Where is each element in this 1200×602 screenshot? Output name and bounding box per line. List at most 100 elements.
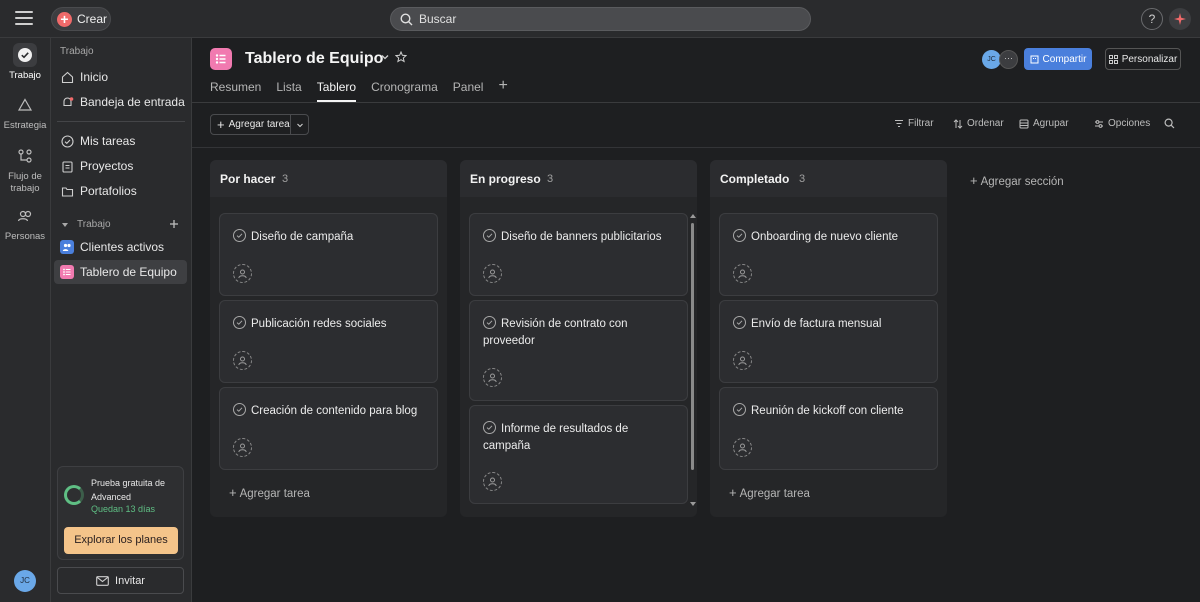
add-task-label: Agregar tarea	[239, 488, 310, 500]
column-header[interactable]: Completado 3	[710, 160, 947, 197]
sidebar: Trabajo Inicio Bandeja de entrada Mis ta…	[51, 38, 192, 602]
options-button[interactable]: Opciones	[1094, 118, 1150, 129]
share-button[interactable]: Compartir	[1024, 48, 1092, 70]
sort-button[interactable]: Ordenar	[953, 118, 1004, 129]
filter-button[interactable]: Filtrar	[894, 118, 934, 129]
trial-progress-ring	[64, 485, 84, 505]
assignee-icon[interactable]	[233, 264, 252, 283]
sidebar-item-proyectos[interactable]: Proyectos	[54, 154, 187, 178]
scrollbar-thumb[interactable]	[691, 223, 694, 470]
sidebar-item-bandeja[interactable]: Bandeja de entrada	[54, 90, 187, 114]
task-card[interactable]: Reunión de kickoff con cliente	[719, 387, 938, 470]
scroll-down-icon[interactable]	[690, 502, 696, 506]
menu-icon[interactable]	[15, 11, 33, 25]
chevron-down-icon[interactable]	[380, 52, 390, 62]
column-count: 3	[799, 173, 806, 185]
task-card[interactable]: Onboarding de nuevo cliente	[719, 213, 938, 296]
building-icon	[1030, 55, 1039, 63]
plus-icon: +	[57, 11, 72, 27]
ai-assistant-button[interactable]	[1169, 8, 1191, 30]
plus-icon: +	[217, 116, 225, 132]
assignee-icon[interactable]	[233, 438, 252, 457]
column-scrollbar[interactable]	[690, 214, 696, 507]
sidebar-item-label: Proyectos	[80, 159, 134, 173]
add-task-link[interactable]: + Agregar tarea	[229, 485, 310, 500]
add-project-icon[interactable]	[169, 219, 179, 229]
assignee-icon[interactable]	[733, 264, 752, 283]
assignee-icon[interactable]	[483, 368, 502, 387]
explore-plans-button[interactable]: Explorar los planes	[64, 527, 178, 554]
add-section-button[interactable]: + Agregar sección	[970, 173, 1064, 188]
task-card[interactable]: Diseño de banners publicitarios	[469, 213, 688, 296]
column-header[interactable]: En progreso 3	[460, 160, 697, 197]
icon-rail: Trabajo Estrategia Flujo de trabajo Pers…	[0, 38, 51, 602]
filter-icon	[895, 120, 903, 127]
sidebar-item-portafolios[interactable]: Portafolios	[54, 179, 187, 203]
task-card[interactable]: Creación de contenido para blog	[219, 387, 438, 470]
tab-panel[interactable]: Panel	[453, 80, 484, 102]
column-title: Completado	[720, 172, 790, 186]
task-card[interactable]: Informe de resultados de campaña	[469, 405, 688, 504]
home-icon	[60, 70, 74, 84]
caret-down-icon	[62, 222, 68, 227]
sidebar-heading: Trabajo	[60, 46, 94, 57]
sidebar-section-trabajo[interactable]: Trabajo	[61, 219, 111, 230]
task-card[interactable]: Diseño de campaña	[219, 213, 438, 296]
help-button[interactable]: ?	[1141, 8, 1163, 30]
sidebar-item-label: Tablero de Equipo	[80, 265, 177, 279]
rail-item-personas[interactable]: Personas	[0, 204, 50, 243]
task-title: Onboarding de nuevo cliente	[751, 231, 899, 243]
sidebar-project-tablero[interactable]: Tablero de Equipo	[54, 260, 187, 284]
assignee-icon[interactable]	[733, 438, 752, 457]
plus-icon: +	[729, 485, 737, 500]
assignee-icon[interactable]	[483, 472, 502, 491]
assignee-icon[interactable]	[233, 351, 252, 370]
customize-label: Personalizar	[1121, 53, 1178, 65]
sidebar-item-inicio[interactable]: Inicio	[54, 65, 187, 89]
tab-tablero[interactable]: Tablero	[316, 80, 357, 102]
people-icon	[13, 204, 37, 228]
search-icon	[1164, 118, 1175, 129]
main-content: Tablero de Equipo JC ··· Compartir Perso…	[192, 38, 1200, 602]
column-header[interactable]: Por hacer 3	[210, 160, 447, 197]
more-members-icon[interactable]: ···	[999, 50, 1018, 69]
rail-item-trabajo[interactable]: Trabajo	[0, 43, 50, 82]
add-task-label: Agregar tarea	[228, 119, 290, 130]
sort-label: Ordenar	[967, 118, 1004, 129]
column-count: 3	[547, 173, 554, 185]
add-task-button[interactable]: + Agregar tarea	[211, 115, 291, 134]
add-task-link[interactable]: + Agregar tarea	[729, 485, 810, 500]
tab-resumen[interactable]: Resumen	[210, 80, 261, 102]
rail-item-estrategia[interactable]: Estrategia	[0, 93, 50, 132]
customize-button[interactable]: Personalizar	[1105, 48, 1181, 70]
user-avatar[interactable]: JC	[14, 570, 36, 592]
create-button[interactable]: + Crear	[51, 7, 111, 31]
task-title: Envío de factura mensual	[751, 318, 882, 330]
toolbar-divider	[192, 147, 1200, 148]
sidebar-item-mis-tareas[interactable]: Mis tareas	[54, 129, 187, 153]
check-circle-icon	[13, 43, 37, 67]
assignee-icon[interactable]	[733, 351, 752, 370]
task-card[interactable]: Envío de factura mensual	[719, 300, 938, 383]
task-card[interactable]: Publicación redes sociales	[219, 300, 438, 383]
assignee-icon[interactable]	[483, 264, 502, 283]
task-card[interactable]: Revisión de contrato con proveedor	[469, 300, 688, 401]
star-icon[interactable]	[395, 51, 407, 63]
group-button[interactable]: Agrupar	[1019, 118, 1069, 129]
rail-item-flujo[interactable]: Flujo de trabajo	[0, 144, 50, 195]
add-tab-icon[interactable]: +	[498, 78, 507, 102]
tab-cronograma[interactable]: Cronograma	[371, 80, 438, 102]
sidebar-item-label: Clientes activos	[80, 240, 165, 254]
invite-label: Invitar	[115, 574, 145, 587]
mail-icon	[96, 575, 109, 586]
sidebar-project-clientes[interactable]: Clientes activos	[54, 235, 187, 259]
board-search-button[interactable]	[1164, 118, 1179, 129]
sidebar-section-label: Trabajo	[77, 219, 111, 230]
add-task-dropdown[interactable]	[291, 121, 308, 129]
invite-button[interactable]: Invitar	[57, 567, 184, 594]
scroll-up-icon[interactable]	[690, 214, 696, 218]
tab-lista[interactable]: Lista	[276, 80, 301, 102]
plus-icon: +	[970, 173, 978, 188]
search-input[interactable]: Buscar	[390, 7, 811, 31]
sparkle-icon	[1174, 13, 1186, 25]
